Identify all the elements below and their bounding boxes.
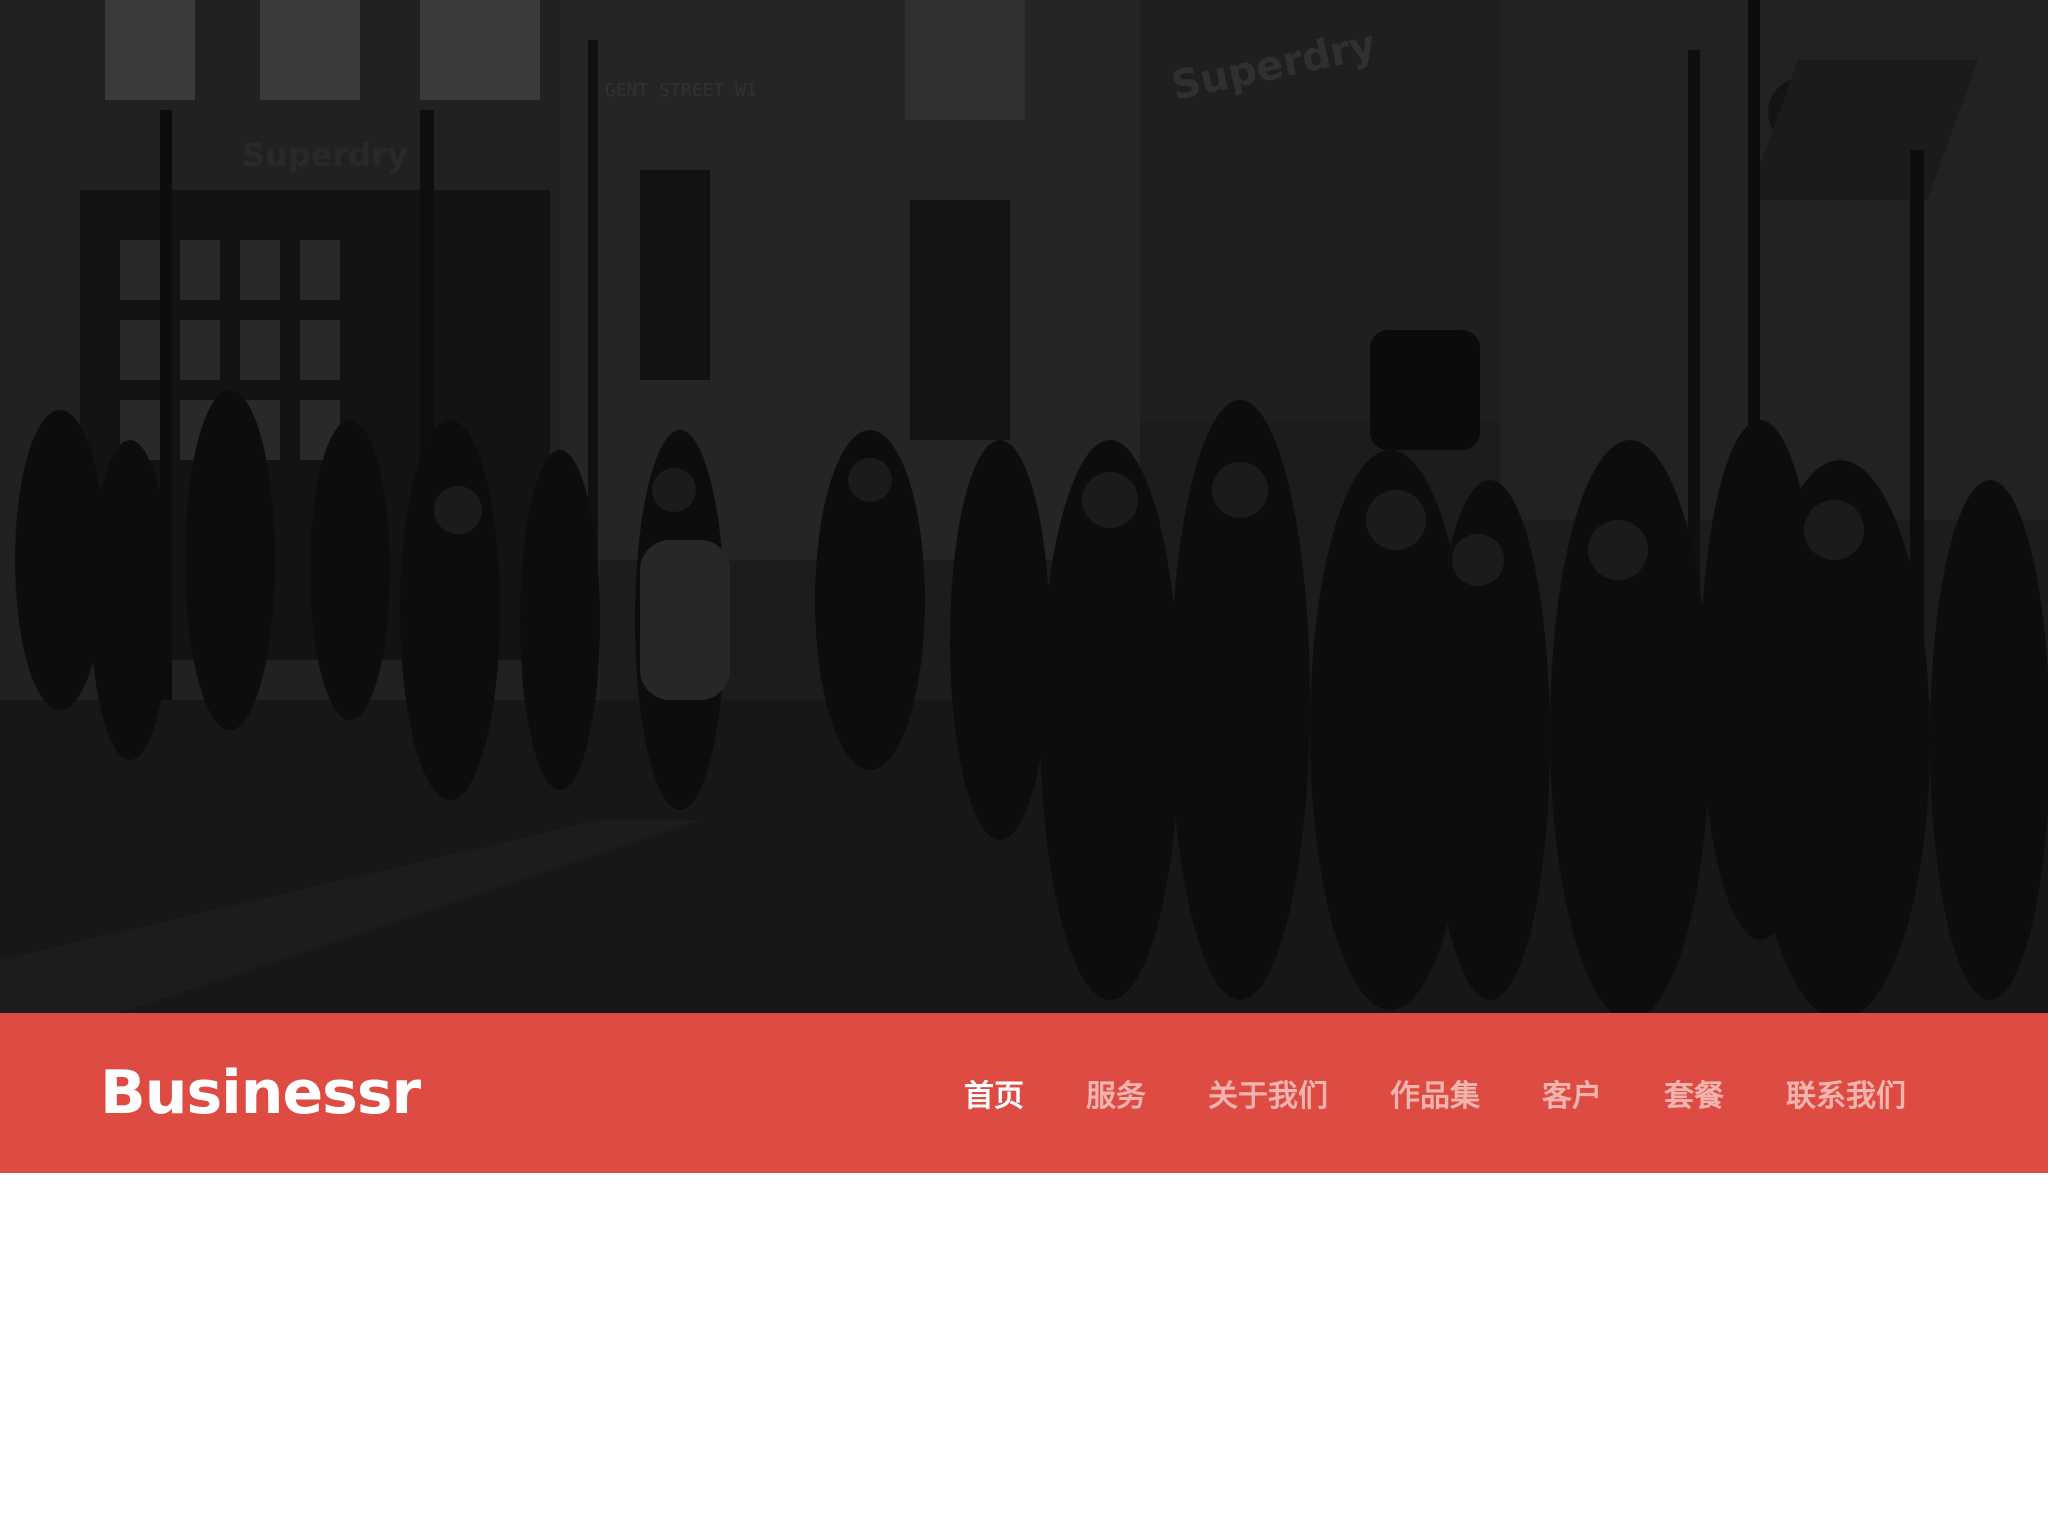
nav-item-services[interactable]: 服务 [1086, 1071, 1146, 1115]
page-content [0, 1173, 2048, 1536]
nav-item-clients[interactable]: 客户 [1542, 1071, 1602, 1115]
brand-logo[interactable]: Businessr [100, 1055, 421, 1131]
hero-banner: Superdry Superdry GENT STREET W1 [0, 0, 2048, 1013]
nav-item-packages[interactable]: 套餐 [1664, 1071, 1724, 1115]
main-nav: 首页 服务 关于我们 作品集 客户 套餐 联系我们 [902, 1013, 1906, 1173]
main-navbar: Businessr 首页 服务 关于我们 作品集 客户 套餐 联系我们 [0, 1013, 2048, 1173]
nav-item-portfolio[interactable]: 作品集 [1390, 1071, 1480, 1115]
nav-item-contact[interactable]: 联系我们 [1786, 1071, 1906, 1115]
nav-item-about[interactable]: 关于我们 [1208, 1071, 1328, 1115]
street-crowd-photo: Superdry Superdry GENT STREET W1 [0, 0, 2048, 1013]
nav-item-home[interactable]: 首页 [964, 1071, 1024, 1115]
